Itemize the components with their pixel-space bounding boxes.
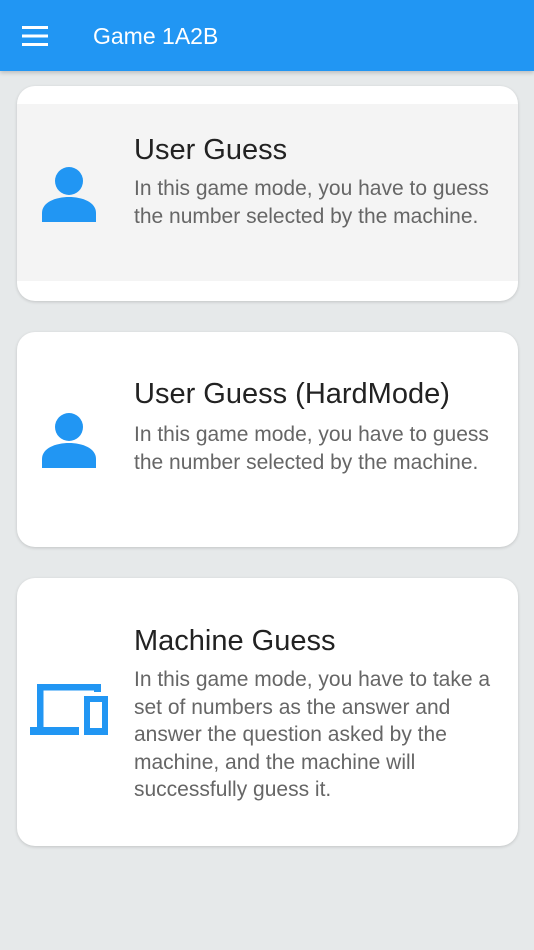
person-icon <box>42 167 96 222</box>
mode-card-user-guess[interactable]: User Guess In this game mode, you have t… <box>17 86 518 301</box>
mode-description: In this game mode, you have to take a se… <box>134 668 491 801</box>
hamburger-menu-icon <box>22 26 48 46</box>
app-bar: Game 1A2B <box>0 0 534 71</box>
mode-title: User Guess (HardMode) <box>134 378 450 410</box>
mode-title: User Guess <box>134 134 288 166</box>
mode-description: In this game mode, you have to guess the… <box>134 423 489 474</box>
devices-icon <box>30 684 108 735</box>
app-title: Game 1A2B <box>93 23 219 49</box>
mode-description: In this game mode, you have to guess the… <box>134 177 489 228</box>
person-icon <box>42 413 96 468</box>
menu-button[interactable] <box>14 17 56 55</box>
mode-title: Machine Guess <box>134 625 336 657</box>
mode-card-user-guess-hardmode[interactable]: User Guess (HardMode) In this game mode,… <box>17 332 518 547</box>
mode-card-machine-guess[interactable]: Machine Guess In this game mode, you hav… <box>17 578 518 846</box>
